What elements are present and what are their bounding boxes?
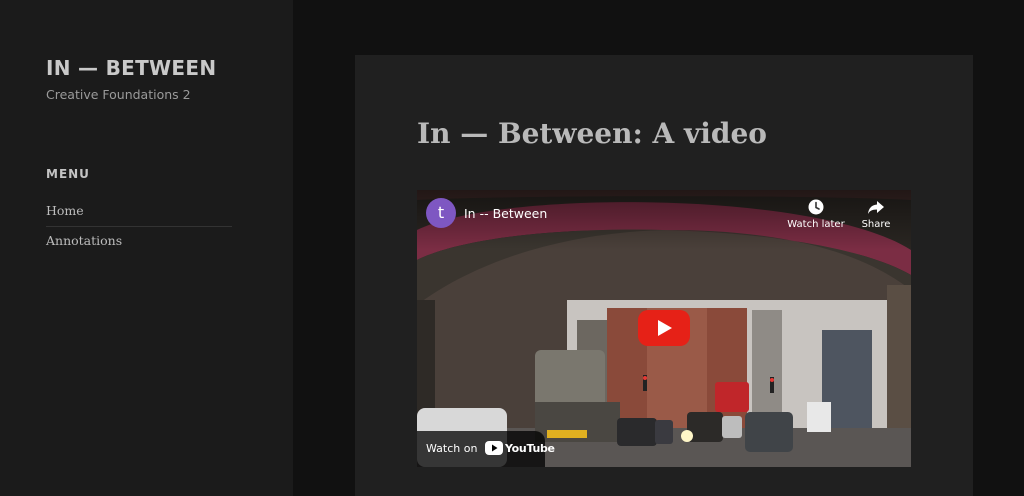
watch-later-label: Watch later: [787, 219, 845, 230]
site-description: Creative Foundations 2: [46, 87, 191, 102]
share-arrow-icon: [868, 201, 884, 214]
watch-on-youtube-button[interactable]: Watch on YouTube: [417, 431, 555, 467]
main-menu: Home Annotations: [46, 197, 232, 257]
menu-item-annotations[interactable]: Annotations: [46, 227, 232, 257]
video-embed[interactable]: t In -- Between Watch later Share Watch …: [417, 190, 911, 467]
watch-later-button[interactable]: Watch later: [786, 198, 846, 230]
channel-avatar[interactable]: t: [426, 198, 456, 228]
share-button[interactable]: Share: [846, 198, 906, 230]
post-title: In — Between: A video: [417, 117, 767, 150]
share-label: Share: [861, 219, 891, 230]
play-button[interactable]: [638, 310, 690, 346]
sidebar: IN — BETWEEN Creative Foundations 2 MENU…: [0, 0, 293, 496]
youtube-logo-icon: [485, 441, 503, 455]
menu-heading: MENU: [46, 167, 90, 181]
youtube-wordmark: YouTube: [505, 442, 555, 455]
watch-on-label: Watch on: [426, 442, 478, 455]
video-title[interactable]: In -- Between: [464, 206, 547, 221]
play-icon: [658, 320, 672, 336]
post-card: In — Between: A video t In -- Between Wa…: [355, 55, 973, 496]
clock-icon: [808, 199, 824, 215]
site-title[interactable]: IN — BETWEEN: [46, 56, 216, 80]
menu-item-home[interactable]: Home: [46, 197, 232, 227]
